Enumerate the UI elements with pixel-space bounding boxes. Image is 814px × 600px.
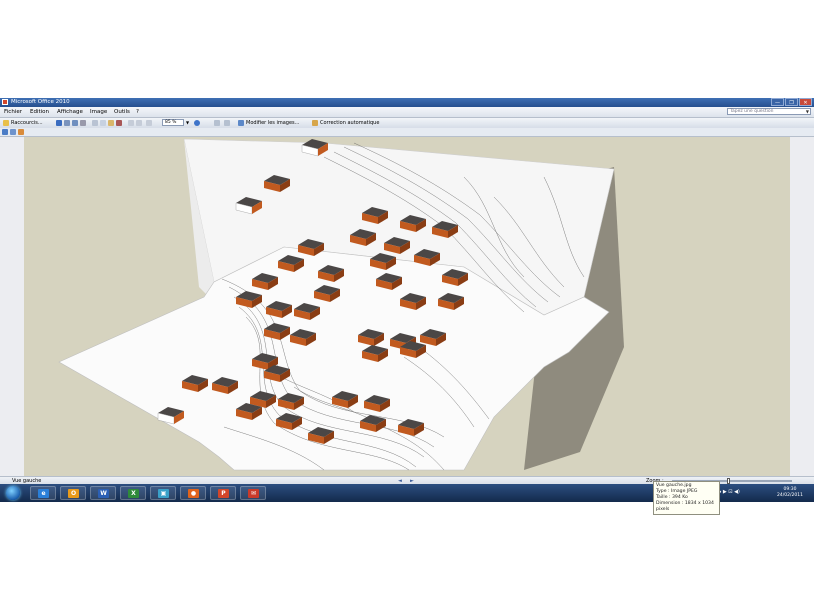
export-icon[interactable] bbox=[72, 120, 78, 126]
view-toolbar bbox=[0, 128, 814, 137]
internet-explorer-icon: e bbox=[38, 489, 49, 498]
powerpoint-icon: P bbox=[218, 489, 229, 498]
chevron-down-icon[interactable]: ▼ bbox=[806, 109, 809, 114]
shortcuts-button[interactable]: Raccourcis... bbox=[11, 119, 43, 127]
copy-icon[interactable] bbox=[100, 120, 106, 126]
rotate-right-icon[interactable] bbox=[136, 120, 142, 126]
auto-correct-icon bbox=[312, 120, 318, 126]
chevron-down-icon[interactable]: ▼ bbox=[186, 119, 189, 127]
picture-manager-icon: ▣ bbox=[158, 489, 169, 498]
help-question-input[interactable]: Tapez une question ▼ bbox=[727, 108, 811, 115]
title-bar: Microsoft Office 2010 — ❐ ✕ bbox=[0, 98, 814, 107]
tooltip-dimension-unit: pixels bbox=[656, 506, 670, 512]
menu-edition[interactable]: Edition bbox=[30, 109, 49, 115]
paste-icon[interactable] bbox=[108, 120, 114, 126]
taskbar-excel-button[interactable]: X bbox=[120, 486, 146, 500]
right-pane-edge bbox=[790, 137, 814, 476]
shortcuts-icon bbox=[3, 120, 9, 126]
edit-tool-icon[interactable] bbox=[214, 120, 220, 126]
zoom-value: 85 % bbox=[165, 120, 177, 125]
edit-images-icon bbox=[238, 120, 244, 126]
taskbar-powerpoint-button[interactable]: P bbox=[210, 486, 236, 500]
left-pane-edge bbox=[0, 137, 24, 476]
taskbar-picture-manager-button[interactable]: ▣ bbox=[150, 486, 176, 500]
window-controls: — ❐ ✕ bbox=[771, 98, 812, 106]
file-info-tooltip: Vue gauche.jpg Type : Image JPEG Taille … bbox=[653, 481, 720, 515]
close-button[interactable]: ✕ bbox=[799, 98, 812, 106]
picture-view[interactable] bbox=[24, 137, 790, 476]
rotate-left-icon[interactable] bbox=[128, 120, 134, 126]
menu-image[interactable]: Image bbox=[90, 109, 107, 115]
menu-affichage[interactable]: Affichage bbox=[57, 109, 83, 115]
help-question-placeholder: Tapez une question bbox=[730, 109, 774, 114]
clock-date: 24/02/2011 bbox=[777, 493, 803, 498]
thumbnails-icon[interactable] bbox=[2, 129, 8, 135]
save-icon[interactable] bbox=[56, 120, 62, 126]
window-title: Microsoft Office 2010 bbox=[11, 99, 70, 105]
import-icon[interactable] bbox=[64, 120, 70, 126]
clock[interactable]: 09:30 24/02/2011 bbox=[772, 487, 808, 499]
menu-fichier[interactable]: Fichier bbox=[4, 109, 22, 115]
minimize-button[interactable]: — bbox=[771, 98, 784, 106]
maximize-button[interactable]: ❐ bbox=[785, 98, 798, 106]
taskbar-image-viewer-button[interactable]: ✉ bbox=[240, 486, 266, 500]
single-picture-icon[interactable] bbox=[18, 129, 24, 135]
filmstrip-icon[interactable] bbox=[10, 129, 16, 135]
delete-icon[interactable] bbox=[116, 120, 122, 126]
menu-outils[interactable]: Outils bbox=[114, 109, 130, 115]
firefox-icon: ● bbox=[188, 489, 199, 498]
taskbar-firefox-button[interactable]: ● bbox=[180, 486, 206, 500]
taskbar-internet-explorer-button[interactable]: e bbox=[30, 486, 56, 500]
excel-icon: X bbox=[128, 489, 139, 498]
word-icon: W bbox=[98, 489, 109, 498]
menu-bar: Fichier Edition Affichage Image Outils ?… bbox=[0, 107, 814, 118]
auto-correct-button[interactable]: Correction automatique bbox=[320, 119, 379, 127]
crop-icon[interactable] bbox=[224, 120, 230, 126]
start-button[interactable] bbox=[6, 486, 20, 500]
thumbnail-view-icon[interactable] bbox=[146, 120, 152, 126]
edit-images-button[interactable]: Modifier les images... bbox=[246, 119, 299, 127]
outlook-icon: O bbox=[68, 489, 79, 498]
email-icon[interactable] bbox=[80, 120, 86, 126]
cut-icon[interactable] bbox=[92, 120, 98, 126]
app-icon bbox=[2, 99, 8, 105]
office-picture-manager-window: Microsoft Office 2010 — ❐ ✕ Fichier Edit… bbox=[0, 98, 814, 515]
taskbar-outlook-button[interactable]: O bbox=[60, 486, 86, 500]
help-icon[interactable] bbox=[194, 120, 200, 126]
menu-help[interactable]: ? bbox=[136, 109, 139, 115]
landscape-model-image bbox=[58, 138, 624, 471]
zoom-select[interactable]: 85 % bbox=[162, 119, 184, 126]
tooltip-dimension: Dimension : 1834 x 1034 bbox=[656, 500, 714, 506]
taskbar-word-button[interactable]: W bbox=[90, 486, 116, 500]
image-viewer-icon: ✉ bbox=[248, 489, 259, 498]
